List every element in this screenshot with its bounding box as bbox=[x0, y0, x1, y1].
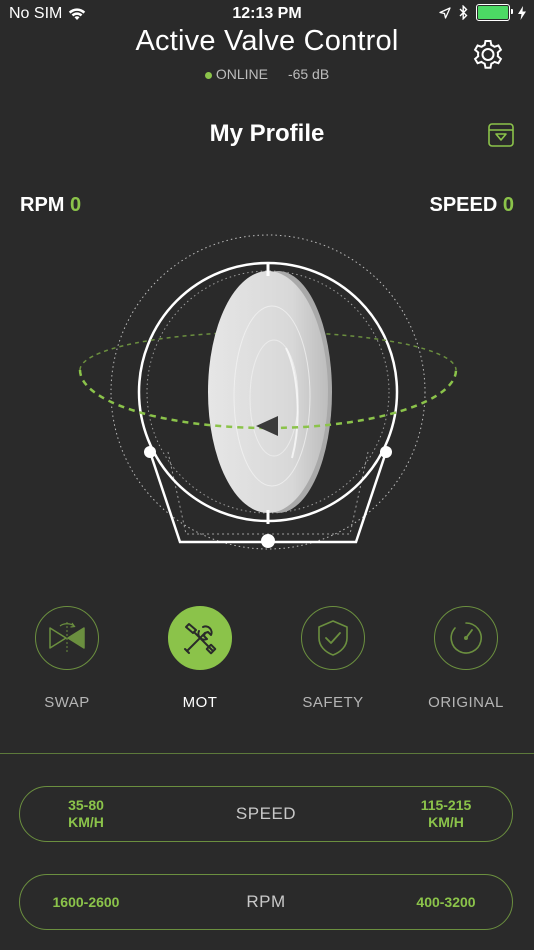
rpm-low-value: 1600-2600 bbox=[52, 893, 120, 910]
rpm-high-value: 400-3200 bbox=[416, 893, 476, 910]
mode-safety-label: SAFETY bbox=[302, 694, 364, 711]
rpm-value: 0 bbox=[70, 194, 82, 216]
section-divider bbox=[0, 753, 534, 754]
mode-original-label: ORIGINAL bbox=[428, 694, 504, 711]
charging-bolt-icon bbox=[518, 5, 526, 20]
valve-swap-icon bbox=[49, 622, 85, 654]
speed-readout: SPEED 0 bbox=[430, 194, 515, 217]
mode-mot-circle[interactable] bbox=[168, 606, 232, 670]
bluetooth-icon bbox=[459, 5, 468, 20]
mode-swap-label: SWAP bbox=[44, 694, 90, 711]
shield-check-icon bbox=[318, 620, 348, 656]
connection-status: ONLINE -65 dB bbox=[0, 66, 534, 82]
online-indicator-dot bbox=[204, 72, 212, 79]
rpm-range-low[interactable]: 1600-2600 bbox=[34, 875, 138, 929]
mode-swap-button[interactable]: SWAP bbox=[7, 606, 127, 711]
battery-icon bbox=[476, 4, 513, 21]
location-arrow-icon bbox=[439, 6, 451, 19]
tools-icon bbox=[184, 623, 217, 655]
speed-label: SPEED bbox=[429, 194, 498, 216]
status-bar: No SIM 12:13 PM bbox=[0, 0, 534, 28]
speed-range-low[interactable]: 35-80 KM/H bbox=[34, 787, 138, 841]
speed-low-unit: KM/H bbox=[68, 814, 104, 830]
mode-safety-button[interactable]: SAFETY bbox=[273, 606, 393, 711]
rpm-range-high[interactable]: 400-3200 bbox=[394, 875, 498, 929]
mode-mot-label: MOT bbox=[182, 694, 218, 711]
valve-illustration bbox=[78, 234, 458, 550]
rpm-range-control[interactable]: RPM 1600-2600 400-3200 bbox=[19, 874, 513, 930]
rpm-label: RPM bbox=[20, 194, 65, 216]
gauge-icon bbox=[450, 622, 482, 654]
speed-range-high[interactable]: 115-215 KM/H bbox=[394, 787, 498, 841]
mode-original-circle[interactable] bbox=[434, 606, 498, 670]
speed-high-value: 115-215 bbox=[420, 797, 472, 813]
profile-title[interactable]: My Profile bbox=[0, 120, 534, 148]
speed-range-control[interactable]: SPEED 35-80 KM/H 115-215 KM/H bbox=[19, 786, 513, 842]
signal-strength: -65 dB bbox=[287, 66, 330, 82]
mode-mot-button[interactable]: MOT bbox=[140, 606, 260, 711]
mode-original-button[interactable]: ORIGINAL bbox=[406, 606, 526, 711]
app-title: Active Valve Control bbox=[135, 25, 399, 57]
online-label: ONLINE bbox=[215, 66, 268, 82]
speed-low-value: 35-80 bbox=[68, 797, 104, 813]
mode-safety-circle[interactable] bbox=[301, 606, 365, 670]
speed-high-unit: KM/H bbox=[428, 814, 464, 830]
mode-swap-circle[interactable] bbox=[35, 606, 99, 670]
profile-download-icon[interactable] bbox=[486, 120, 516, 150]
rpm-readout: RPM 0 bbox=[20, 194, 81, 217]
status-right bbox=[439, 4, 526, 21]
speed-value: 0 bbox=[502, 194, 514, 216]
mode-selector: SWAP MOT SAFETY ORIGINAL bbox=[0, 606, 534, 716]
